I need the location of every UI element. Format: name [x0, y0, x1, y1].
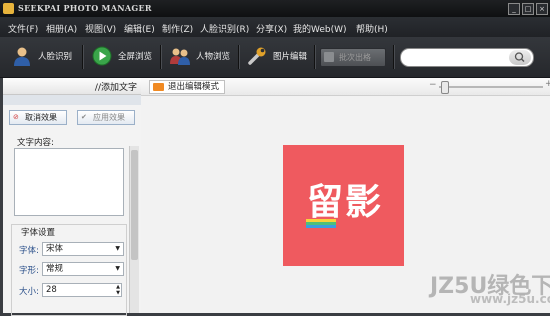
- image-icon: [324, 52, 334, 62]
- panel-title: //添加文字: [94, 83, 137, 93]
- maximize-button[interactable]: □: [522, 3, 534, 15]
- people-icon: [170, 48, 190, 65]
- font-label: 字体:: [19, 246, 39, 256]
- search-input[interactable]: [400, 48, 534, 67]
- search-icon: [514, 52, 525, 63]
- toolbar-divider: [160, 45, 162, 69]
- check-icon: ✔: [81, 113, 87, 121]
- displayed-image: 留影: [283, 145, 404, 266]
- menu-view[interactable]: 视图(V): [85, 22, 116, 35]
- title-bar: SEEKPAI PHOTO MANAGER _ □ ×: [0, 0, 550, 17]
- play-icon: [92, 46, 112, 66]
- toolbar-divider: [82, 45, 84, 69]
- menu-edit[interactable]: 编辑(E): [124, 22, 155, 35]
- menu-make[interactable]: 制作(Z): [162, 22, 193, 35]
- panel-header: //添加文字: [3, 78, 141, 95]
- panel-divider: [3, 95, 141, 105]
- style-select[interactable]: 常规 ▼: [42, 262, 124, 276]
- watermark-url: www.jz5u.com: [470, 292, 550, 306]
- zoom-in-icon[interactable]: +: [545, 79, 550, 89]
- apply-effect-button[interactable]: ✔ 应用效果: [77, 110, 135, 125]
- style-label: 字形:: [19, 266, 39, 276]
- menu-file[interactable]: 文件(F): [8, 22, 38, 35]
- toolbar-divider: [238, 45, 240, 69]
- batch-output-button[interactable]: 批次出格: [320, 48, 386, 67]
- menu-help[interactable]: 帮助(H): [356, 22, 388, 35]
- font-settings-label: 字体设置: [19, 226, 58, 238]
- logo-text: 留影: [306, 182, 383, 223]
- toolbar-divider: [314, 45, 316, 69]
- chevron-down-icon: ▼: [115, 245, 120, 252]
- minimize-button[interactable]: _: [508, 3, 520, 15]
- exit-edit-mode-button[interactable]: 退出编辑模式: [149, 80, 226, 94]
- text-edit-panel: //添加文字 ⊘ 取消效果 ✔ 应用效果 文字内容: 字体设置 字体: 宋体 ▼…: [3, 78, 142, 316]
- scrollbar-thumb[interactable]: [131, 150, 138, 260]
- size-label: 大小:: [19, 287, 39, 297]
- search-button[interactable]: [509, 50, 531, 65]
- menu-bar: 文件(F) 相册(A) 视图(V) 编辑(E) 制作(Z) 人脸识别(R) 分享…: [0, 17, 550, 37]
- zoom-slider-track[interactable]: [439, 86, 543, 88]
- person-icon: [14, 47, 30, 66]
- cancel-icon: ⊘: [13, 113, 19, 121]
- app-icon: [3, 3, 14, 14]
- text-content-label: 文字内容:: [17, 138, 54, 148]
- toolbar-divider: [393, 45, 395, 69]
- wrench-icon: [248, 47, 266, 65]
- cancel-effect-button[interactable]: ⊘ 取消效果: [9, 110, 67, 125]
- size-stepper[interactable]: 28 ▲ ▼: [42, 283, 122, 297]
- panel-scrollbar[interactable]: [129, 146, 139, 313]
- font-select[interactable]: 宋体 ▼: [42, 242, 124, 256]
- app-title: SEEKPAI PHOTO MANAGER: [18, 3, 152, 13]
- logo-stripe: [306, 225, 336, 228]
- zoom-slider-thumb[interactable]: [441, 81, 449, 94]
- zoom-out-icon[interactable]: −: [429, 80, 437, 90]
- content-toolbar: 退出编辑模式 − +: [141, 78, 550, 96]
- text-content-input[interactable]: [14, 148, 124, 216]
- menu-my-web[interactable]: 我的Web(W): [293, 22, 347, 35]
- stepper-arrows-icon[interactable]: ▲ ▼: [116, 284, 120, 296]
- edit-mode-icon: [153, 83, 164, 91]
- menu-album[interactable]: 相册(A): [46, 22, 77, 35]
- chevron-down-icon: ▼: [115, 265, 120, 272]
- close-button[interactable]: ×: [536, 3, 548, 15]
- menu-face-recognition[interactable]: 人脸识别(R): [200, 22, 249, 35]
- menu-share[interactable]: 分享(X): [256, 22, 287, 35]
